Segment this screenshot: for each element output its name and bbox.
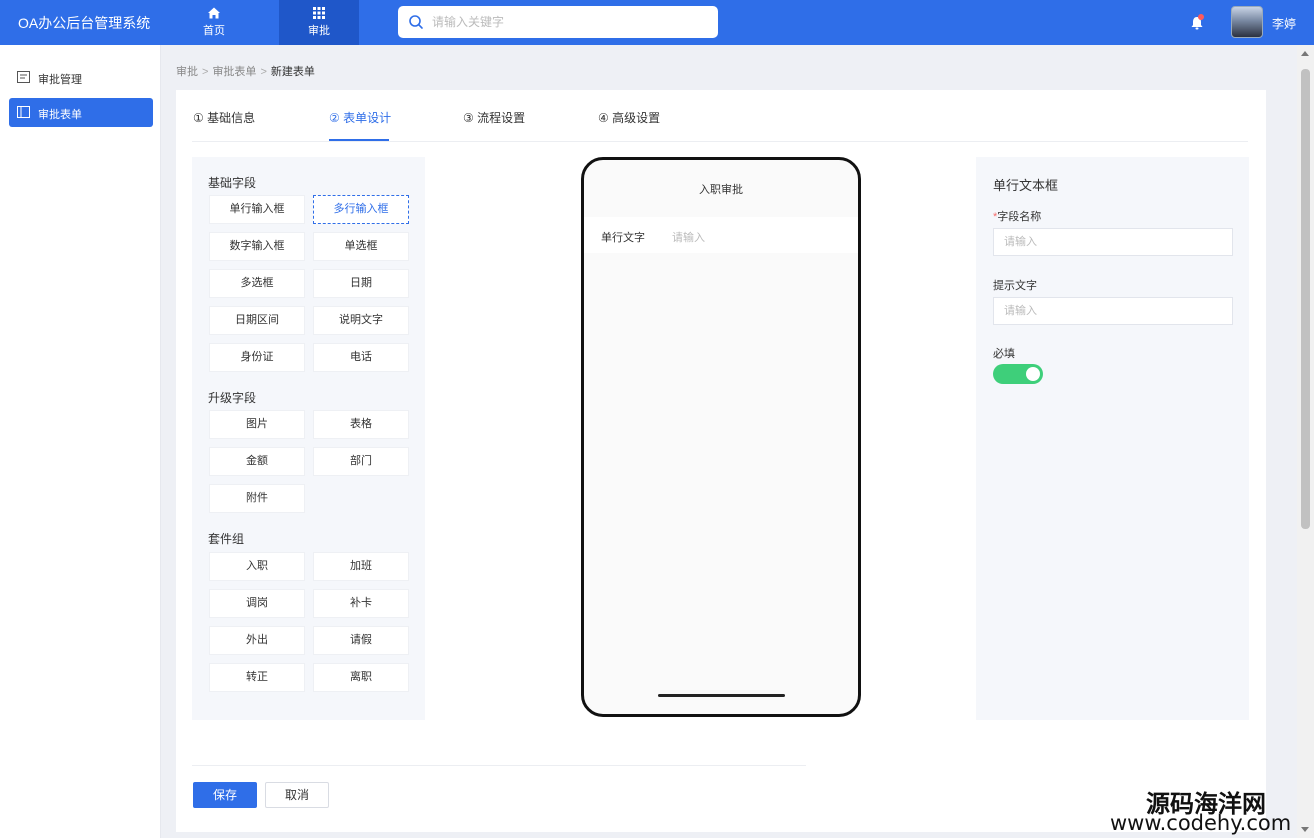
breadcrumb: 审批 > 审批表单 > 新建表单 xyxy=(176,63,315,79)
sidebar: 审批管理 审批表单 xyxy=(0,45,161,838)
notification-dot xyxy=(1198,14,1204,20)
search-icon xyxy=(409,15,423,29)
field-number-input[interactable]: 数字输入框 xyxy=(209,232,305,261)
footer-divider xyxy=(192,765,806,766)
hint-text-input[interactable] xyxy=(993,297,1233,325)
field-table[interactable]: 表格 xyxy=(313,410,409,439)
required-label: 必填 xyxy=(993,348,1015,360)
field-name-input[interactable] xyxy=(993,228,1233,256)
suite-transfer[interactable]: 调岗 xyxy=(209,589,305,618)
field-department[interactable]: 部门 xyxy=(313,447,409,476)
field-multi-line-input[interactable]: 多行输入框 xyxy=(313,195,409,224)
step-divider xyxy=(192,141,1248,142)
main-card: ① 基础信息 ② 表单设计 ③ 流程设置 ④ 高级设置 基础字段 单行输入框 多… xyxy=(176,90,1266,832)
field-description[interactable]: 说明文字 xyxy=(313,306,409,335)
save-button[interactable]: 保存 xyxy=(193,782,257,808)
search-box xyxy=(398,6,718,38)
preview-title: 入职审批 xyxy=(699,184,743,196)
field-single-line-input[interactable]: 单行输入框 xyxy=(209,195,305,224)
field-date[interactable]: 日期 xyxy=(313,269,409,298)
scroll-down-arrow-icon[interactable] xyxy=(1301,827,1309,832)
field-palette: 基础字段 单行输入框 多行输入框 数字输入框 单选框 多选框 日期 日期区间 说… xyxy=(192,157,425,720)
scroll-thumb[interactable] xyxy=(1301,69,1310,529)
nav-approve[interactable]: 审批 xyxy=(279,0,359,45)
hint-text-label: 提示文字 xyxy=(993,280,1037,292)
preview-field-label: 单行文字 xyxy=(601,232,645,244)
breadcrumb-separator: > xyxy=(260,66,267,78)
group-title-basic: 基础字段 xyxy=(208,176,257,190)
sidebar-item-label: 审批管理 xyxy=(38,74,82,86)
sidebar-item-approval-manage[interactable]: 审批管理 xyxy=(9,63,153,92)
field-image[interactable]: 图片 xyxy=(209,410,305,439)
breadcrumb-item[interactable]: 审批 xyxy=(176,66,198,78)
phone-preview: 入职审批 单行文字 请输入 xyxy=(581,157,861,717)
suite-leave[interactable]: 请假 xyxy=(313,626,409,655)
step-flow-settings[interactable]: ③ 流程设置 xyxy=(463,109,525,126)
step-advanced-settings[interactable]: ④ 高级设置 xyxy=(598,109,660,126)
search-input[interactable] xyxy=(432,12,702,32)
properties-title: 单行文本框 xyxy=(993,178,1059,193)
cancel-button[interactable]: 取消 xyxy=(265,782,329,808)
suite-missed-punch[interactable]: 补卡 xyxy=(313,589,409,618)
suite-onboarding[interactable]: 入职 xyxy=(209,552,305,581)
preview-field-row[interactable]: 单行文字 请输入 xyxy=(584,217,858,253)
field-checkbox[interactable]: 多选框 xyxy=(209,269,305,298)
step-form-design[interactable]: ② 表单设计 xyxy=(329,109,391,126)
breadcrumb-current: 新建表单 xyxy=(270,66,315,78)
sidebar-item-approval-form[interactable]: 审批表单 xyxy=(9,98,153,127)
breadcrumb-separator: > xyxy=(202,66,209,78)
suite-outing[interactable]: 外出 xyxy=(209,626,305,655)
form-icon xyxy=(17,106,30,118)
scroll-up-arrow-icon[interactable] xyxy=(1301,51,1309,56)
field-amount[interactable]: 金额 xyxy=(209,447,305,476)
watermark-en: www.codehy.com xyxy=(1110,811,1292,835)
grid-icon xyxy=(313,7,325,19)
home-indicator xyxy=(658,694,785,697)
properties-panel: 单行文本框 *字段名称 提示文字 必填 xyxy=(976,157,1249,720)
field-date-range[interactable]: 日期区间 xyxy=(209,306,305,335)
step-basic-info[interactable]: ① 基础信息 xyxy=(193,109,255,126)
nav-home-label: 首页 xyxy=(203,25,225,37)
app-title: OA办公后台管理系统 xyxy=(18,15,151,31)
home-icon xyxy=(208,7,220,19)
page-scrollbar[interactable] xyxy=(1297,45,1314,838)
toggle-knob xyxy=(1026,367,1040,381)
group-title-suite: 套件组 xyxy=(208,532,245,546)
sidebar-item-label: 审批表单 xyxy=(38,109,82,121)
field-id-card[interactable]: 身份证 xyxy=(209,343,305,372)
user-name[interactable]: 李婷 xyxy=(1272,15,1296,32)
nav-home[interactable]: 首页 xyxy=(174,0,254,45)
field-radio[interactable]: 单选框 xyxy=(313,232,409,261)
field-name-label: *字段名称 xyxy=(993,208,1041,224)
approval-manage-icon xyxy=(17,71,30,83)
breadcrumb-item[interactable]: 审批表单 xyxy=(212,66,256,78)
nav-approve-label: 审批 xyxy=(308,25,330,37)
field-phone[interactable]: 电话 xyxy=(313,343,409,372)
top-bar: OA办公后台管理系统 首页 审批 李婷 xyxy=(0,0,1314,45)
suite-regularization[interactable]: 转正 xyxy=(209,663,305,692)
preview-field-placeholder: 请输入 xyxy=(672,232,705,244)
field-name-label-text: 字段名称 xyxy=(997,211,1042,223)
suite-resignation[interactable]: 离职 xyxy=(313,663,409,692)
group-title-advanced: 升级字段 xyxy=(208,391,257,405)
required-toggle[interactable] xyxy=(993,364,1043,384)
field-attachment[interactable]: 附件 xyxy=(209,484,305,513)
avatar[interactable] xyxy=(1231,6,1263,38)
suite-overtime[interactable]: 加班 xyxy=(313,552,409,581)
